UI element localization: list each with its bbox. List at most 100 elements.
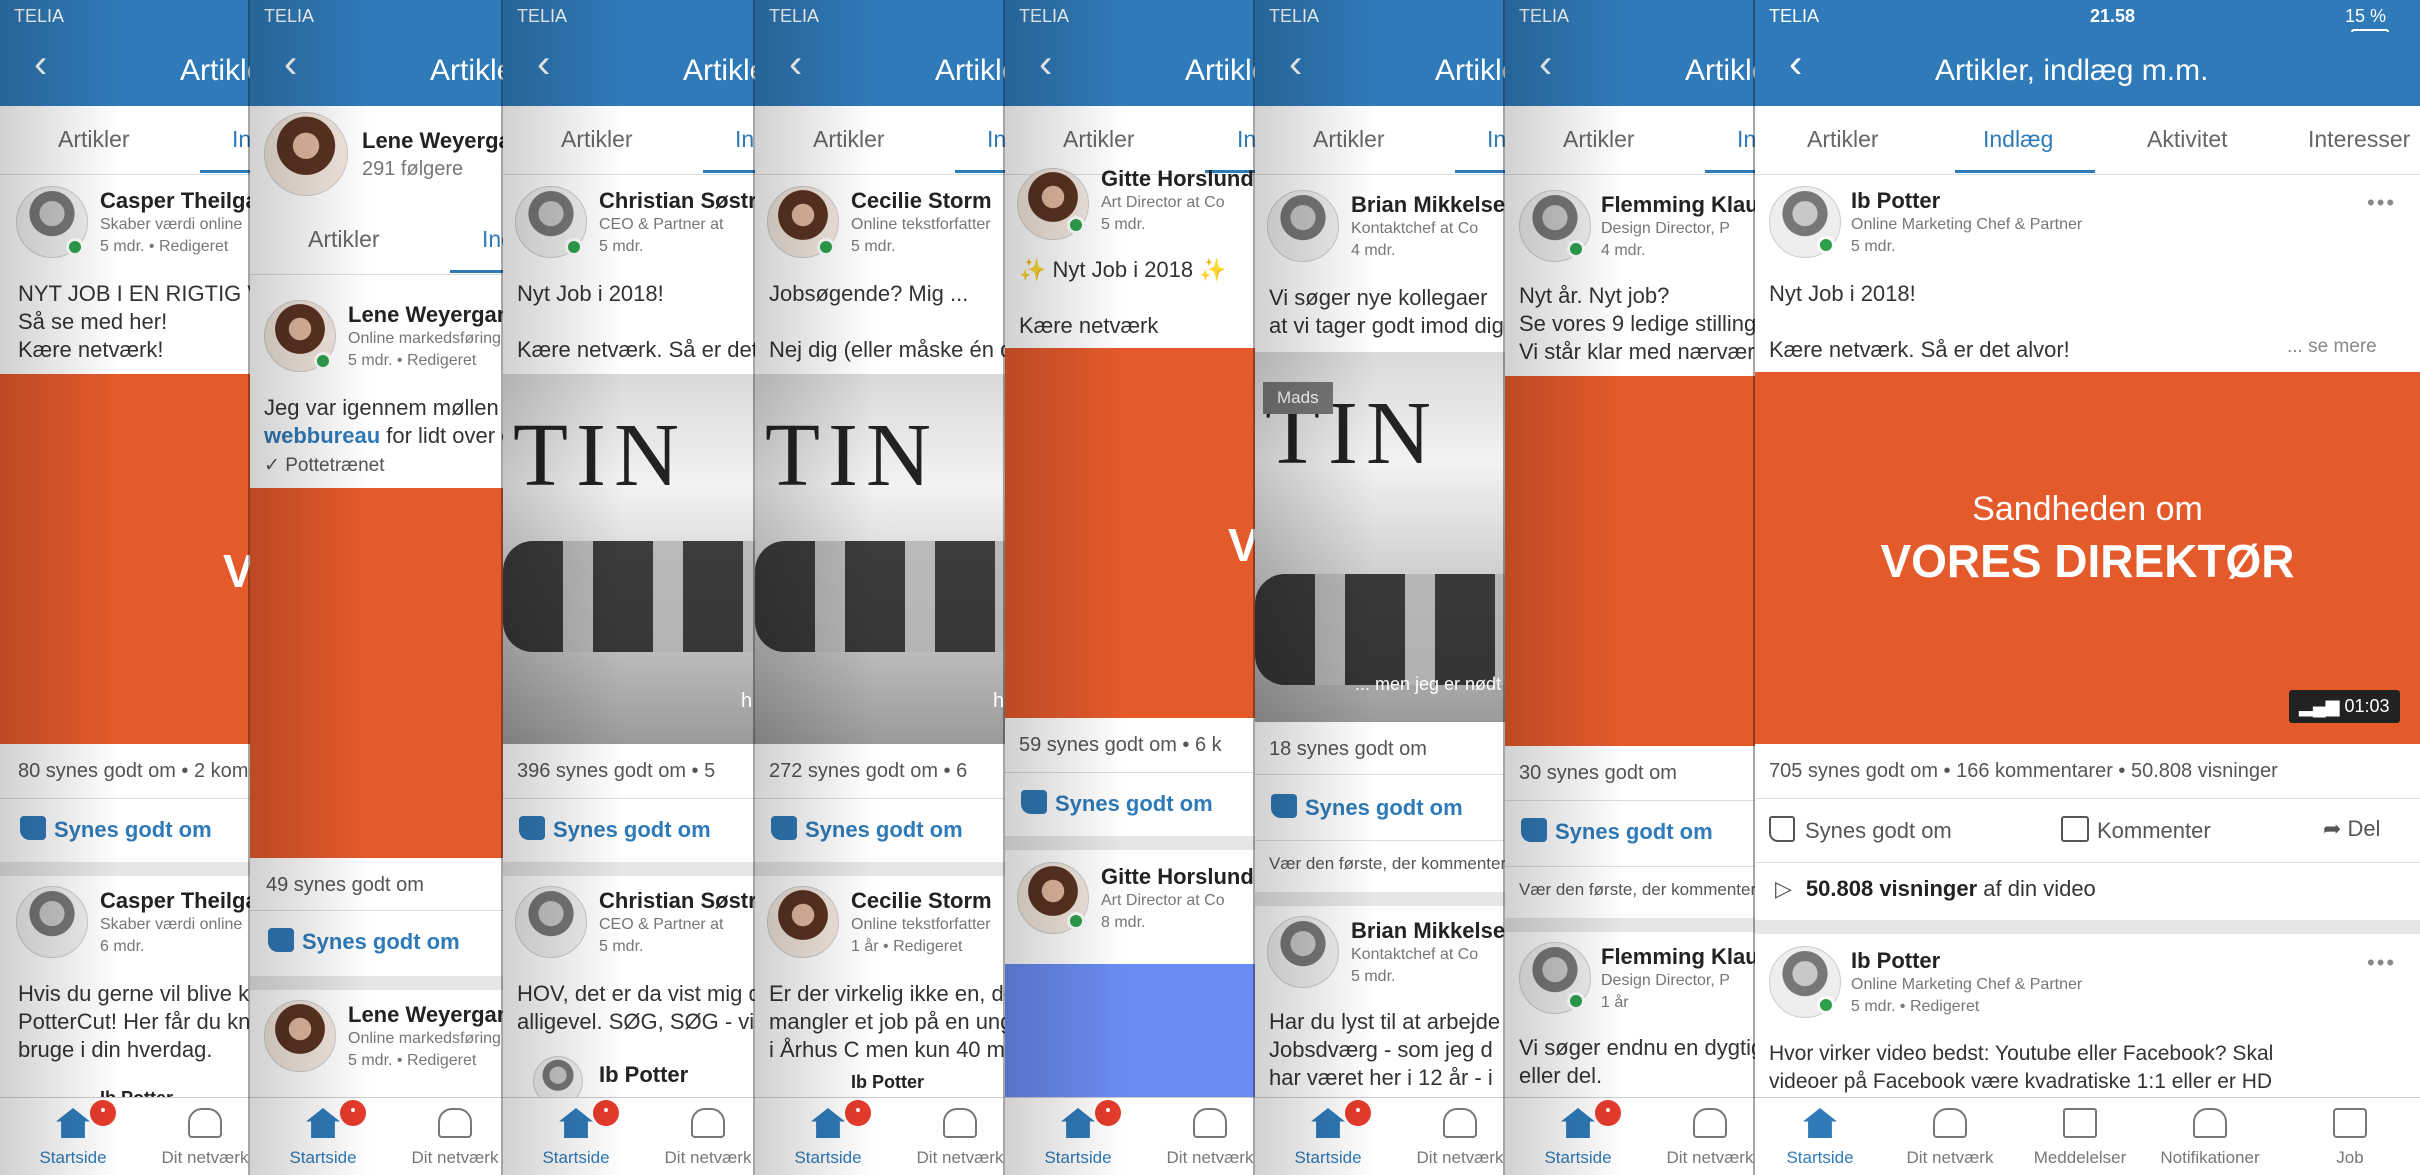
- views-tail: af din video: [1983, 876, 2096, 901]
- nav-bar: ‹ Artikler, indlæg m.m.: [1755, 32, 2420, 106]
- like-button[interactable]: Synes godt om: [1021, 790, 1213, 817]
- post-link[interactable]: webbureau: [264, 423, 380, 448]
- author-name[interactable]: Ib Potter: [1851, 188, 1940, 214]
- tab-netvaerk[interactable]: Dit netværk: [1885, 1098, 2015, 1175]
- home-icon: [56, 1108, 90, 1138]
- back-icon[interactable]: ‹: [1539, 44, 1552, 84]
- online-status-icon: [1817, 996, 1835, 1014]
- home-icon: [1803, 1108, 1837, 1138]
- see-more-link[interactable]: ... se mere: [2287, 336, 2377, 358]
- tab-startside[interactable]: Startside: [763, 1098, 893, 1175]
- author-name[interactable]: Ib Potter: [851, 1072, 924, 1093]
- author-name[interactable]: Lene Weyergang: [348, 302, 524, 328]
- back-icon[interactable]: ‹: [34, 44, 47, 84]
- first-comment-prompt[interactable]: Vær den første, der kommenterer: [1519, 880, 1771, 900]
- post-stats[interactable]: 49 synes godt om: [266, 874, 424, 897]
- like-button[interactable]: Synes godt om: [1769, 816, 1952, 844]
- tab-indlaeg[interactable]: Indlæg: [1983, 126, 2053, 153]
- author-name[interactable]: Gitte Horslund: [1101, 864, 1254, 890]
- like-label: Synes godt om: [1305, 795, 1463, 820]
- tab-artikler[interactable]: Artikler: [1063, 126, 1135, 153]
- tab-netvaerk[interactable]: Dit netværk: [643, 1098, 773, 1175]
- tab-interesser[interactable]: Interesser: [2308, 126, 2410, 153]
- author-name[interactable]: Ib Potter: [1851, 948, 1940, 974]
- avatar[interactable]: [515, 886, 587, 958]
- post-meta: 6 mdr.: [100, 938, 145, 955]
- online-status-icon: [565, 238, 583, 256]
- tab-startside[interactable]: Startside: [1755, 1098, 1885, 1175]
- author-name[interactable]: Ib Potter: [599, 1062, 688, 1088]
- tab-startside[interactable]: Startside: [511, 1098, 641, 1175]
- avatar[interactable]: [1267, 190, 1339, 262]
- back-icon[interactable]: ‹: [1289, 44, 1302, 84]
- tab-label: Startside: [1544, 1148, 1612, 1167]
- tab-artikler[interactable]: Artikler: [1563, 126, 1635, 153]
- post-stats[interactable]: 59 synes godt om • 6 k: [1019, 734, 1222, 757]
- post-text: Vi søger nye kollegaer at vi tager godt …: [1269, 285, 1504, 338]
- author-name[interactable]: Brian Mikkelsen: [1351, 918, 1519, 944]
- post-stats[interactable]: 18 synes godt om: [1269, 738, 1427, 761]
- post-stats[interactable]: 396 synes godt om • 5: [517, 760, 715, 783]
- avatar[interactable]: [264, 1000, 336, 1072]
- more-options-icon[interactable]: •••: [2367, 190, 2396, 216]
- post-stats[interactable]: 272 synes godt om • 6: [769, 760, 967, 783]
- tab-label: Startside: [1294, 1148, 1362, 1167]
- author-name[interactable]: Lene Weyergang: [348, 1002, 524, 1028]
- media-caption: h: [741, 690, 753, 712]
- avatar[interactable]: [1267, 916, 1339, 988]
- post-meta: 5 mdr.: [1351, 968, 1396, 985]
- like-button[interactable]: Synes godt om: [1521, 818, 1713, 845]
- tab-startside[interactable]: Startside: [1263, 1098, 1393, 1175]
- author-headline: CEO & Partner at: [599, 216, 724, 233]
- first-comment-prompt[interactable]: Vær den første, der kommenterer: [1269, 854, 1521, 874]
- tab-artikler[interactable]: Artikler: [308, 226, 380, 253]
- tab-artikler[interactable]: Artikler: [1807, 126, 1879, 153]
- author-name[interactable]: Cecilie Storm: [851, 188, 992, 214]
- share-button[interactable]: ➦ Del: [2323, 816, 2380, 842]
- like-button[interactable]: Synes godt om: [268, 928, 460, 955]
- back-icon[interactable]: ‹: [537, 44, 550, 84]
- author-name[interactable]: Gitte Horslund: [1101, 166, 1254, 192]
- tab-artikler[interactable]: Artikler: [813, 126, 885, 153]
- tab-notifikationer[interactable]: Notifikationer: [2145, 1098, 2275, 1175]
- tab-job[interactable]: Job: [2285, 1098, 2415, 1175]
- author-headline: Online markedsføring: [348, 1030, 501, 1047]
- author-name[interactable]: Brian Mikkelsen: [1351, 192, 1519, 218]
- people-icon: [943, 1108, 977, 1138]
- author-headline: Design Director, P: [1601, 220, 1730, 237]
- clock: 21.58: [2090, 6, 2136, 26]
- briefcase-icon: [2333, 1108, 2367, 1138]
- media-line-1: Sandheden om: [1972, 490, 2203, 528]
- author-headline: Kontaktchef at Co: [1351, 220, 1479, 237]
- post-stats[interactable]: 705 synes godt om • 166 kommentarer • 50…: [1769, 760, 2278, 783]
- avatar[interactable]: [767, 886, 839, 958]
- like-button[interactable]: Synes godt om: [771, 816, 963, 843]
- back-icon[interactable]: ‹: [789, 44, 802, 84]
- comment-button[interactable]: Kommenter: [2061, 816, 2211, 844]
- tab-artikler[interactable]: Artikler: [58, 126, 130, 153]
- video-views-row[interactable]: ▷ 50.808 visninger af din video: [1775, 876, 2096, 902]
- tab-meddelelser[interactable]: Meddelelser: [2015, 1098, 2145, 1175]
- tab-artikler[interactable]: Artikler: [1313, 126, 1385, 153]
- like-button[interactable]: Synes godt om: [1271, 794, 1463, 821]
- carrier-label: TELIA: [14, 6, 65, 26]
- post-stats[interactable]: 30 synes godt om: [1519, 762, 1677, 785]
- feed-gap: [1755, 920, 2420, 934]
- tab-startside[interactable]: Startside: [258, 1098, 388, 1175]
- tab-startside[interactable]: Startside: [8, 1098, 138, 1175]
- tab-netvaerk[interactable]: Dit netværk: [390, 1098, 520, 1175]
- back-icon[interactable]: ‹: [284, 44, 297, 84]
- tab-aktivitet[interactable]: Aktivitet: [2147, 126, 2228, 153]
- avatar[interactable]: [16, 886, 88, 958]
- post-video[interactable]: Sandheden om VORES DIREKTØR ▂▄▆ 01:03: [1755, 372, 2420, 744]
- like-button[interactable]: Synes godt om: [519, 816, 711, 843]
- more-options-icon[interactable]: •••: [2367, 950, 2396, 976]
- back-icon[interactable]: ‹: [1039, 44, 1052, 84]
- avatar[interactable]: [264, 112, 348, 196]
- tab-artikler[interactable]: Artikler: [561, 126, 633, 153]
- tab-startside[interactable]: Startside: [1013, 1098, 1143, 1175]
- tab-startside[interactable]: Startside: [1513, 1098, 1643, 1175]
- author-name[interactable]: Cecilie Storm: [851, 888, 992, 914]
- back-icon[interactable]: ‹: [1789, 44, 1802, 84]
- like-button[interactable]: Synes godt om: [20, 816, 212, 843]
